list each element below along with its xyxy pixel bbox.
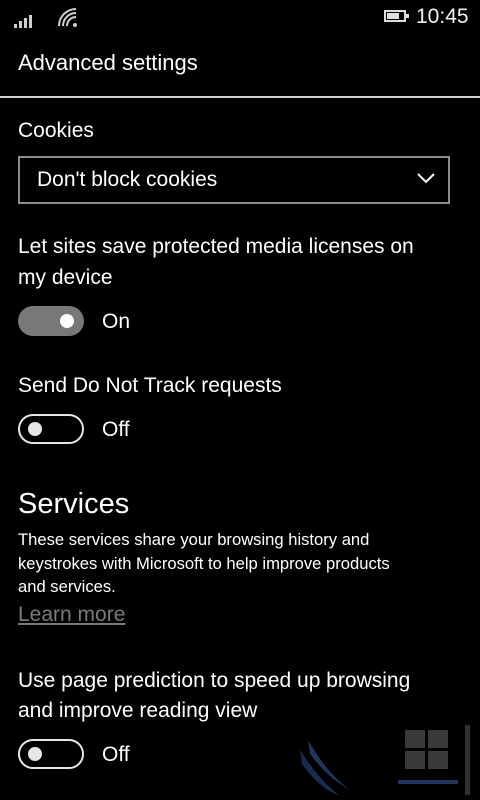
page-prediction-state: Off — [102, 743, 130, 766]
battery-fill — [387, 13, 399, 19]
clock: 10:45 — [416, 5, 469, 28]
cookies-dropdown[interactable]: Don't block cookies — [18, 156, 450, 204]
toggle-knob — [28, 747, 42, 761]
services-description-line2: keystrokes with Microsoft to help improv… — [18, 553, 390, 573]
media-licenses-label-line1: Let sites save protected media licenses … — [18, 235, 414, 258]
page-prediction-label-line1: Use page prediction to speed up browsing — [18, 669, 411, 692]
do-not-track-state: Off — [102, 418, 130, 441]
page-prediction-label-line2: and improve reading view — [18, 699, 258, 722]
watermark-logo — [300, 725, 470, 796]
toggle-knob — [60, 314, 74, 328]
media-licenses-label-line2: my device — [18, 266, 113, 289]
header-divider — [0, 96, 480, 98]
cookies-label: Cookies — [18, 119, 94, 142]
services-heading: Services — [18, 488, 130, 520]
chevron-down-icon — [417, 173, 435, 184]
page-title: Advanced settings — [18, 50, 198, 75]
services-description-line3: and services. — [18, 577, 116, 596]
do-not-track-toggle[interactable] — [18, 414, 84, 444]
services-description: These services share your browsing histo… — [18, 528, 458, 599]
page-prediction-toggle[interactable] — [18, 739, 84, 769]
cookies-dropdown-value: Don't block cookies — [37, 168, 218, 191]
battery-icon — [384, 10, 409, 22]
media-licenses-state: On — [102, 310, 131, 333]
learn-more-link[interactable]: Learn more — [18, 603, 125, 627]
wifi-icon — [56, 6, 78, 28]
signal-bars-icon — [14, 12, 38, 28]
services-description-line1: These services share your browsing histo… — [18, 530, 370, 549]
toggle-knob — [28, 422, 42, 436]
media-licenses-toggle[interactable] — [18, 306, 84, 336]
do-not-track-label: Send Do Not Track requests — [18, 374, 282, 397]
status-bar: 10:45 — [0, 0, 480, 36]
